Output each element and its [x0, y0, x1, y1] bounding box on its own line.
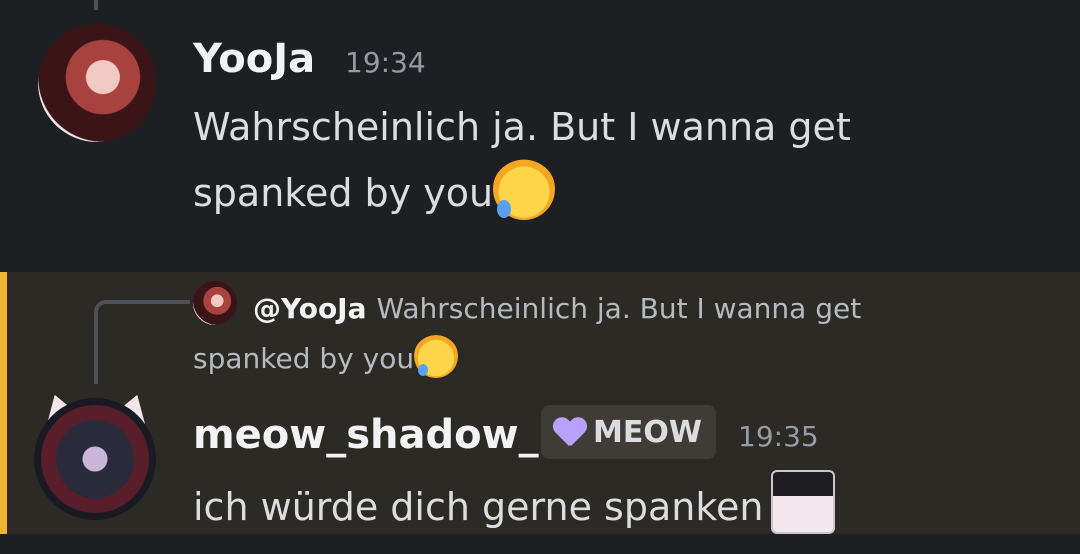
- anime-sticker-icon[interactable]: [771, 470, 836, 534]
- laughing-emoji-icon[interactable]: [493, 158, 556, 220]
- reply-preview[interactable]: @YooJa Wahrscheinlich ja. But I wanna get…: [193, 284, 953, 384]
- user-avatar[interactable]: [38, 24, 156, 142]
- badge-label: MEOW: [593, 414, 702, 450]
- message-2[interactable]: @YooJa Wahrscheinlich ja. But I wanna get…: [0, 272, 1080, 534]
- server-tag-badge[interactable]: MEOW: [541, 405, 716, 459]
- divider: [0, 534, 1080, 554]
- reply-mention[interactable]: @YooJa: [253, 292, 367, 325]
- timestamp: 19:34: [345, 46, 426, 79]
- message-1[interactable]: YooJa 19:34 Wahrscheinlich ja. But I wan…: [0, 0, 1080, 272]
- user-avatar[interactable]: [34, 398, 156, 520]
- timestamp: 19:35: [738, 420, 819, 453]
- message-content: ich würde dich gerne spanken: [193, 470, 836, 535]
- laughing-emoji-icon: [414, 334, 459, 378]
- username[interactable]: meow_shadow_: [193, 412, 539, 458]
- message-text: ich würde dich gerne spanken: [193, 485, 764, 529]
- purple-heart-icon: [553, 418, 587, 446]
- username[interactable]: YooJa: [193, 36, 315, 82]
- reply-connector: [94, 300, 190, 384]
- mention-highlight-bar: [0, 272, 7, 534]
- message-content: Wahrscheinlich ja. But I wanna get spank…: [193, 96, 953, 224]
